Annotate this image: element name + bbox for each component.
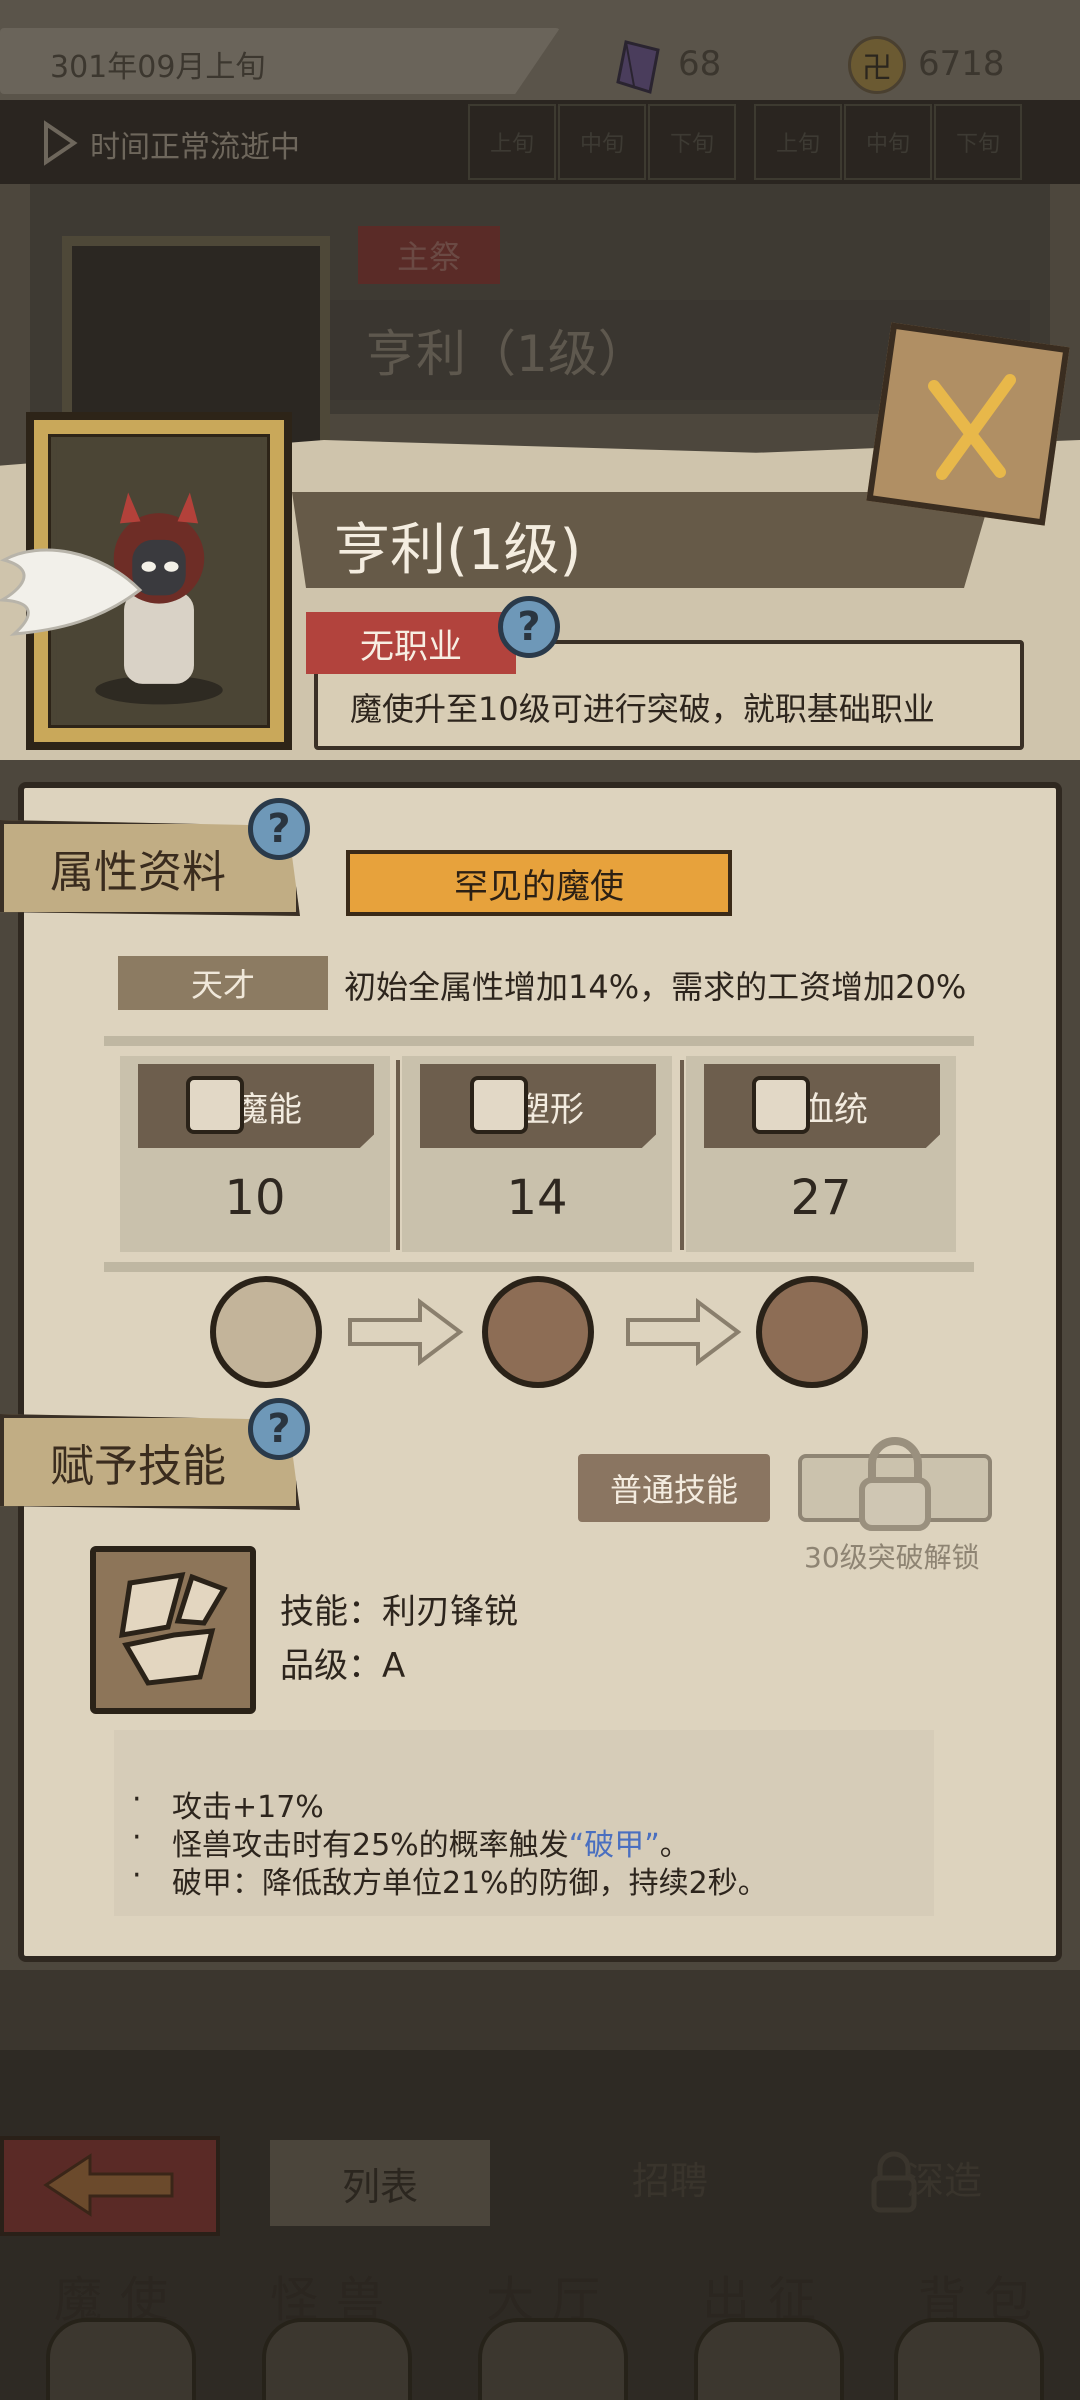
crystal-icon [616, 40, 660, 94]
back-arrow-icon[interactable] [40, 2150, 180, 2220]
expedition-icon[interactable] [694, 2318, 844, 2400]
talent-description: 初始全属性增加14%，需求的工资增加20% [344, 968, 967, 1006]
decorative-strip [0, 1970, 1080, 2050]
skull-icon[interactable] [46, 2318, 196, 2400]
stat-label-shaping: 塑形 [420, 1064, 656, 1148]
arrow-right-icon [626, 1298, 742, 1366]
stat-value-magic: 10 [224, 1170, 286, 1226]
tab-advanced-training[interactable]: 深造 [820, 2150, 1060, 2205]
tab-list[interactable]: 列表 [270, 2140, 490, 2226]
background-role-tag: 主祭 [358, 226, 500, 284]
tab-recruit[interactable]: 招聘 [560, 2150, 780, 2205]
evolution-stage-locked-icon[interactable] [756, 1276, 868, 1388]
bloodline-icon [752, 1076, 810, 1134]
evolution-stage-locked-icon[interactable] [482, 1276, 594, 1388]
skill-icon-frame[interactable] [90, 1546, 256, 1714]
time-status: 时间正常流逝中 [90, 130, 300, 165]
time-slot[interactable]: 下旬 [934, 104, 1022, 180]
skills-help-icon[interactable]: ? [248, 1398, 310, 1460]
magic-icon [186, 1076, 244, 1134]
time-slot[interactable]: 上旬 [754, 104, 842, 180]
time-slot[interactable]: 上旬 [468, 104, 556, 180]
time-slot[interactable]: 中旬 [844, 104, 932, 180]
shattered-shield-icon [118, 1571, 228, 1686]
bullet: · [132, 1782, 142, 1817]
skill-effect: 破甲：降低敌方单位21%的防御，持续2秒。 [172, 1866, 768, 1901]
date-label: 301年09月上旬 [50, 50, 266, 85]
coin-count: 6718 [918, 44, 1005, 84]
close-icon[interactable] [900, 356, 1040, 496]
skill-name: 技能：利刃锋锐 [280, 1592, 518, 1632]
talent-tag: 天才 [118, 956, 328, 1010]
stat-label-magic: 魔能 [138, 1064, 374, 1148]
character-name: 亨利(1级) [334, 518, 582, 583]
wing-icon [0, 548, 143, 636]
hall-icon[interactable] [478, 2318, 628, 2400]
job-tag: 无职业 [306, 612, 516, 674]
bullet: · [132, 1858, 142, 1893]
time-slot[interactable]: 中旬 [558, 104, 646, 180]
bullet: · [132, 1820, 142, 1855]
job-help-icon[interactable]: ? [498, 596, 560, 658]
job-description: 魔使升至10级可进行突破，就职基础职业 [350, 690, 935, 728]
coin-icon: 卍 [848, 36, 906, 94]
unlock-requirement: 30级突破解锁 [804, 1541, 980, 1574]
backpack-icon[interactable] [894, 2318, 1044, 2400]
skill-grade: 品级：A [280, 1646, 406, 1686]
play-icon[interactable] [42, 120, 78, 166]
normal-skill-button[interactable]: 普通技能 [578, 1454, 770, 1522]
evolution-stage-hooded-icon[interactable] [210, 1276, 322, 1388]
arrow-right-icon [348, 1298, 464, 1366]
stat-divider [680, 1060, 684, 1250]
monster-icon[interactable] [262, 2318, 412, 2400]
shaping-icon [470, 1076, 528, 1134]
time-slot[interactable]: 下旬 [648, 104, 736, 180]
stat-label-bloodline: 血统 [704, 1064, 940, 1148]
stat-value-bloodline: 27 [790, 1170, 852, 1226]
lock-icon [859, 1437, 931, 1531]
attributes-help-icon[interactable]: ? [248, 798, 310, 860]
rarity-banner: 罕见的魔使 [346, 850, 732, 916]
crystal-count: 68 [678, 44, 722, 84]
stat-value-shaping: 14 [506, 1170, 568, 1226]
stat-divider [396, 1060, 400, 1250]
